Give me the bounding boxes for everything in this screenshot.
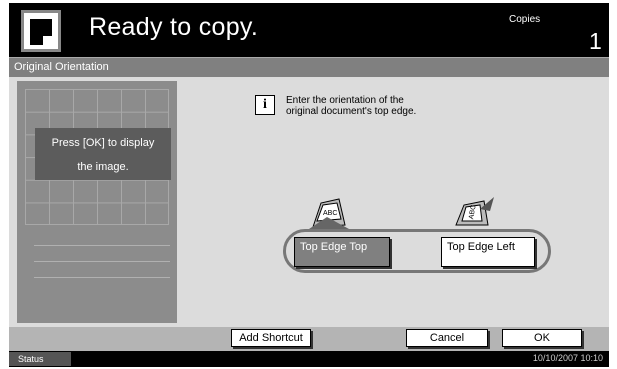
top-edge-left-button[interactable]: Top Edge Left [441, 237, 535, 267]
copies-count: 1 [589, 28, 602, 54]
preview-message-line2: the image. [77, 161, 129, 173]
main-panel: Press [OK] to display the image. i Enter… [9, 77, 609, 327]
preview-message-line1: Press [OK] to display [51, 137, 155, 149]
add-shortcut-button[interactable]: Add Shortcut [231, 329, 311, 347]
image-preview: Press [OK] to display the image. [17, 81, 177, 323]
top-edge-top-icon: ABC [309, 198, 349, 229]
preview-message: Press [OK] to display the image. [35, 128, 171, 180]
header: Ready to copy. Copies 1 [9, 3, 609, 57]
top-edge-left-icon: ABC [455, 197, 494, 226]
status-bar: Status 10/10/2007 10:10 [9, 351, 609, 367]
document-icon [21, 10, 61, 52]
info-text-line1: Enter the orientation of the [286, 95, 404, 106]
copies-label: Copies [509, 14, 541, 25]
date-time: 10/10/2007 10:10 [532, 353, 603, 363]
ok-button[interactable]: OK [502, 329, 582, 347]
info-icon: i [255, 95, 275, 115]
preview-divider [34, 261, 170, 262]
preview-divider [34, 277, 170, 278]
info-text: Enter the orientation of the original do… [286, 95, 486, 117]
status-button[interactable]: Status [9, 352, 71, 366]
info-text-line2: original document's top edge. [286, 106, 417, 117]
preview-divider [34, 245, 170, 246]
copier-screen: Ready to copy. Copies 1 Original Orienta… [9, 3, 609, 367]
svg-text:ABC: ABC [323, 210, 337, 217]
top-edge-top-button[interactable]: Top Edge Top [294, 237, 390, 267]
cancel-button[interactable]: Cancel [406, 329, 488, 347]
machine-status: Ready to copy. [89, 13, 259, 41]
screen-title: Original Orientation [9, 57, 609, 77]
bottom-bar: Add Shortcut Cancel OK [9, 327, 609, 351]
